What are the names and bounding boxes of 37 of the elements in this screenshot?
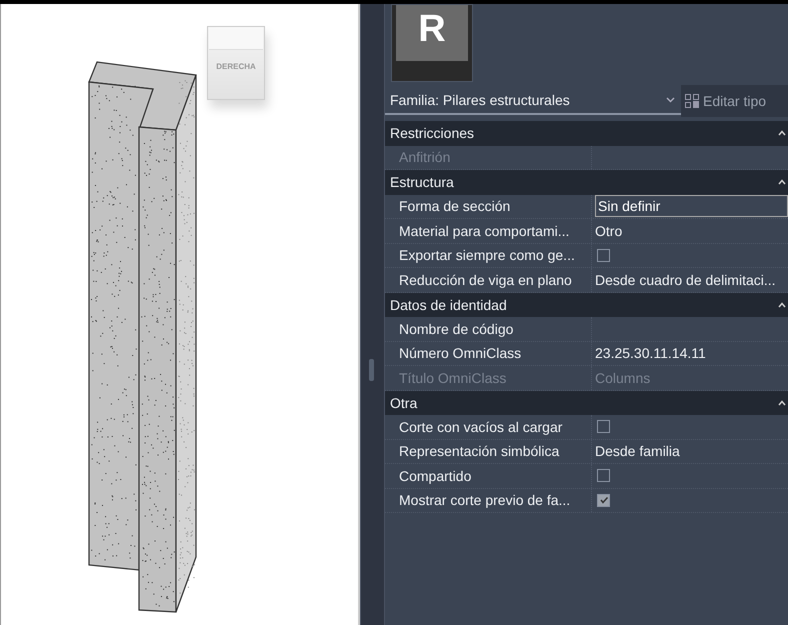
caret-icon (666, 97, 675, 103)
property-value: Columns (595, 370, 650, 386)
property-value: 23.25.30.11.14.11 (595, 345, 706, 362)
property-label: Anfitrión (399, 149, 450, 166)
group-header[interactable]: Restricciones (385, 121, 788, 146)
property-label: Mostrar corte previo de fa... (399, 492, 570, 508)
property-value: Desde familia (595, 443, 680, 460)
property-label: Representación simbólica (399, 443, 560, 460)
family-dropdown[interactable]: Familia: Pilares estructurales (385, 87, 681, 115)
edit-type-button[interactable]: Editar tipo (681, 85, 788, 117)
property-label: Forma de sección (399, 198, 510, 214)
group-header[interactable]: Datos de identidad (385, 292, 788, 317)
family-preview-icon: R (391, 4, 473, 82)
checkbox[interactable] (597, 469, 610, 482)
group-title: Estructura (390, 174, 454, 190)
property-label: Material para comportami... (399, 222, 570, 239)
property-label: Nombre de código (399, 320, 514, 337)
property-label: Corte con vacíos al cargar (399, 418, 562, 435)
group-title: Restricciones (390, 125, 474, 142)
checkbox[interactable] (597, 420, 610, 434)
group-header[interactable]: Estructura (385, 170, 788, 194)
view-cube-label: DERECHA (216, 62, 256, 71)
group-header[interactable]: Otra (385, 390, 788, 415)
checkbox[interactable] (597, 248, 610, 262)
property-value: Otro (595, 222, 622, 239)
property-label: Compartido (399, 468, 472, 484)
property-value: Desde cuadro de delimitaci... (595, 272, 776, 288)
checkbox[interactable] (597, 494, 610, 507)
resize-handle[interactable] (369, 359, 374, 381)
property-label: Número OmniClass (399, 345, 522, 362)
group-title: Datos de identidad (390, 296, 507, 313)
property-label: Reducción de viga en plano (399, 272, 572, 288)
property-label: Exportar siempre como ge... (399, 247, 575, 264)
edit-type-icon (685, 94, 699, 108)
value-field[interactable]: Sin definir (595, 195, 788, 218)
group-title: Otra (390, 394, 418, 411)
property-label: Título OmniClass (399, 370, 506, 386)
